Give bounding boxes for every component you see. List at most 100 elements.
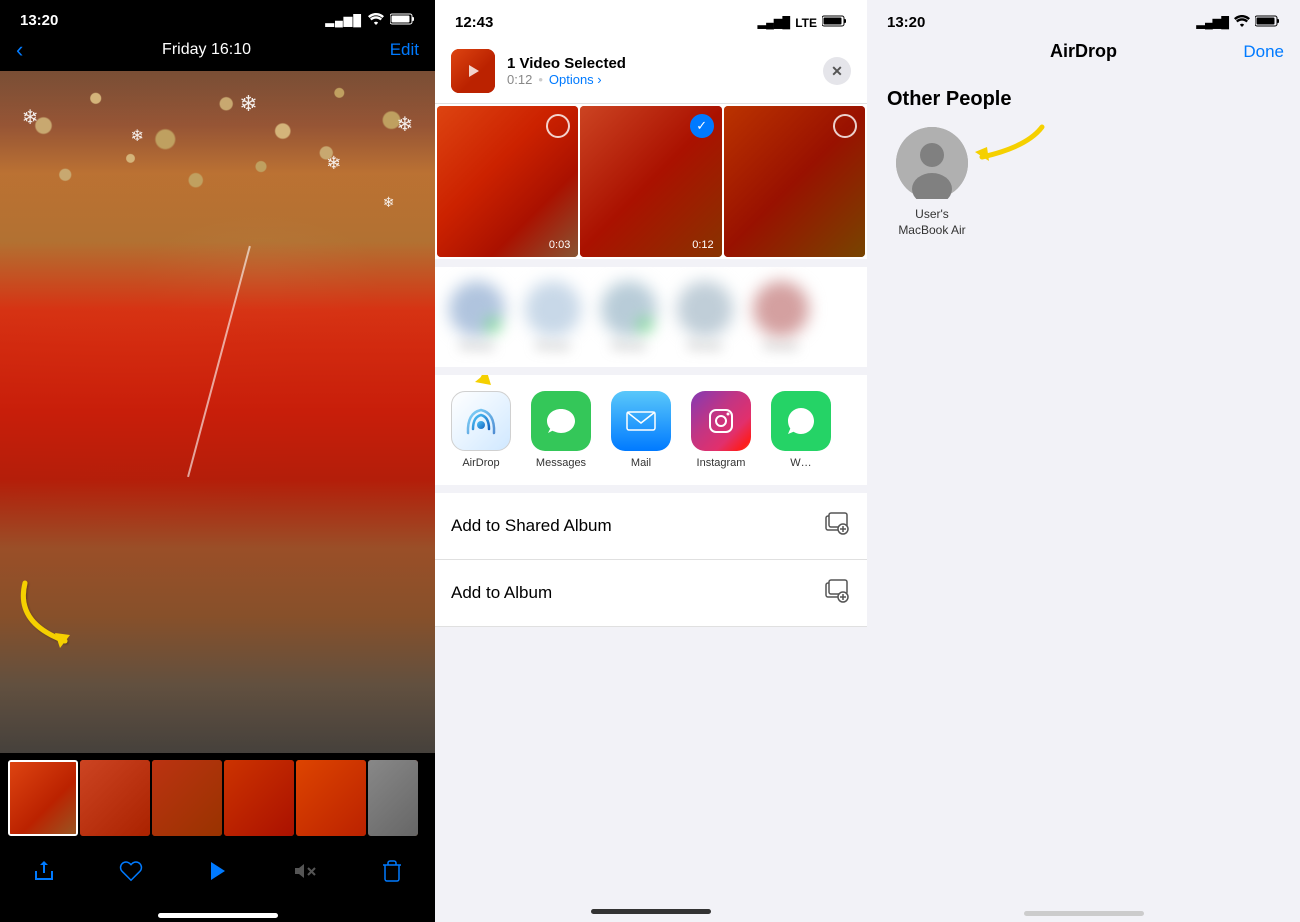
app-item-instagram[interactable]: Instagram [691,391,751,469]
add-album-icon [823,576,851,610]
contact-name-2: Person [523,341,583,353]
phone3-signal-icon: ▂▄▆█ [1196,16,1229,29]
trash-button[interactable] [372,859,412,890]
messages-icon[interactable] [531,391,591,451]
share-duration: 0:12 [507,72,532,87]
video-thumb-1[interactable]: 0:03 [437,106,578,257]
snowflake-5: ❄ [383,194,395,211]
add-shared-album-icon [823,509,851,543]
film-thumb-4[interactable] [224,760,294,836]
phone2-home-indicator [591,909,711,914]
phone2-time: 12:43 [455,14,493,31]
phone1-signal-icon: ▂▄▆█ [325,14,362,27]
phone3-title: AirDrop [1050,41,1117,62]
app-item-airdrop[interactable]: AirDrop [451,391,511,469]
other-people-label: Other People [887,88,1280,111]
video-select-2[interactable]: ✓ [690,114,714,138]
video-select-3[interactable] [833,114,857,138]
share-thumbnail [451,49,495,93]
film-thumb-5[interactable] [296,760,366,836]
add-to-album-item[interactable]: Add to Album [435,560,867,627]
mail-label: Mail [631,457,651,469]
contact-name-4: Person [675,341,735,353]
date-label: Friday 16:10 [162,41,251,59]
phone1-toolbar [0,843,435,913]
add-to-shared-album-item[interactable]: Add to Shared Album [435,493,867,560]
contact-2[interactable]: Person [523,281,583,353]
play-button[interactable] [198,859,238,890]
done-button[interactable]: Done [1243,42,1284,62]
app-item-whatsapp[interactable]: W… [771,391,831,469]
phone1-wifi-icon [368,12,384,29]
whatsapp-icon[interactable] [771,391,831,451]
snowflake-6: ❄ [396,112,413,137]
share-header: 1 Video Selected 0:12 • Options › ✕ [435,37,867,104]
edit-button[interactable]: Edit [390,40,419,60]
contact-1[interactable]: Person [447,281,507,353]
back-button[interactable]: ‹ [16,37,23,63]
contact-5[interactable]: Person [751,281,811,353]
phone3-battery-icon [1255,14,1280,31]
arrow-airdrop-annotation [453,375,533,390]
contact-avatar-5 [753,281,809,337]
cake-image: ❄ ❄ ❄ ❄ ❄ ❄ [0,71,435,753]
separator-3 [435,485,867,493]
phone2-signal-icon: ▂▄▆█ [758,16,791,29]
contact-avatar-1 [449,281,505,337]
filmstrip[interactable] [0,753,435,843]
apps-row: AirDrop Messages Mail [435,375,867,485]
video-thumb-2[interactable]: ✓ 0:12 [580,106,721,257]
phone2-battery-icon [822,14,847,31]
contact-name-1: Person [447,341,507,353]
video-thumb-3[interactable] [724,106,865,257]
instagram-icon[interactable] [691,391,751,451]
add-shared-album-label: Add to Shared Album [451,516,612,536]
phone1-home-indicator [158,913,278,918]
share-button[interactable] [24,859,64,890]
contact-avatar-2 [525,281,581,337]
device-avatar[interactable] [896,127,968,199]
film-thumb-6[interactable] [368,760,418,836]
snowflake-1: ❄ [22,105,39,130]
phone3-time: 13:20 [887,14,925,31]
contact-4[interactable]: Person [675,281,735,353]
device-name-label: User's MacBook Air [898,207,965,238]
airdrop-label: AirDrop [462,457,499,469]
app-item-messages[interactable]: Messages [531,391,591,469]
close-button[interactable]: ✕ [823,57,851,85]
phone2-lte-label: LTE [795,16,817,30]
contact-name-3: Person [599,341,659,353]
mute-button[interactable] [285,859,325,890]
film-thumb-2[interactable] [80,760,150,836]
film-thumb-1[interactable] [8,760,78,836]
separator-2 [435,367,867,375]
video-strip: 0:03 ✓ 0:12 [435,104,867,259]
heart-button[interactable] [111,859,151,890]
share-title: 1 Video Selected [507,55,811,72]
airdrop-section: Other People User's MacBook Air [867,72,1300,254]
phone1-battery-icon [390,12,415,29]
contact-avatar-4 [677,281,733,337]
messages-label: Messages [536,457,586,469]
phone3-home-indicator [1024,911,1144,916]
snowflake-3: ❄ [239,91,257,117]
phone3: 13:20 ▂▄▆█ AirDrop Done [867,0,1300,922]
video-duration-2: 0:12 [692,239,713,251]
phone1-nav: ‹ Friday 16:10 Edit [0,33,435,71]
snowflake-4: ❄ [326,153,341,174]
video-duration-1: 0:03 [549,239,570,251]
contact-3[interactable]: Person [599,281,659,353]
instagram-label: Instagram [697,457,746,469]
options-button[interactable]: Options › [549,72,602,87]
separator-1 [435,259,867,267]
phone2-status-bar: 12:43 ▂▄▆█ LTE [435,0,867,37]
film-thumb-3[interactable] [152,760,222,836]
device-container: User's MacBook Air [887,127,977,238]
user-device[interactable]: User's MacBook Air [887,127,977,238]
airdrop-icon[interactable] [451,391,511,451]
contact-name-5: Person [751,341,811,353]
mail-icon[interactable] [611,391,671,451]
contact-avatar-3 [601,281,657,337]
app-item-mail[interactable]: Mail [611,391,671,469]
share-subtitle: 0:12 • Options › [507,72,811,87]
